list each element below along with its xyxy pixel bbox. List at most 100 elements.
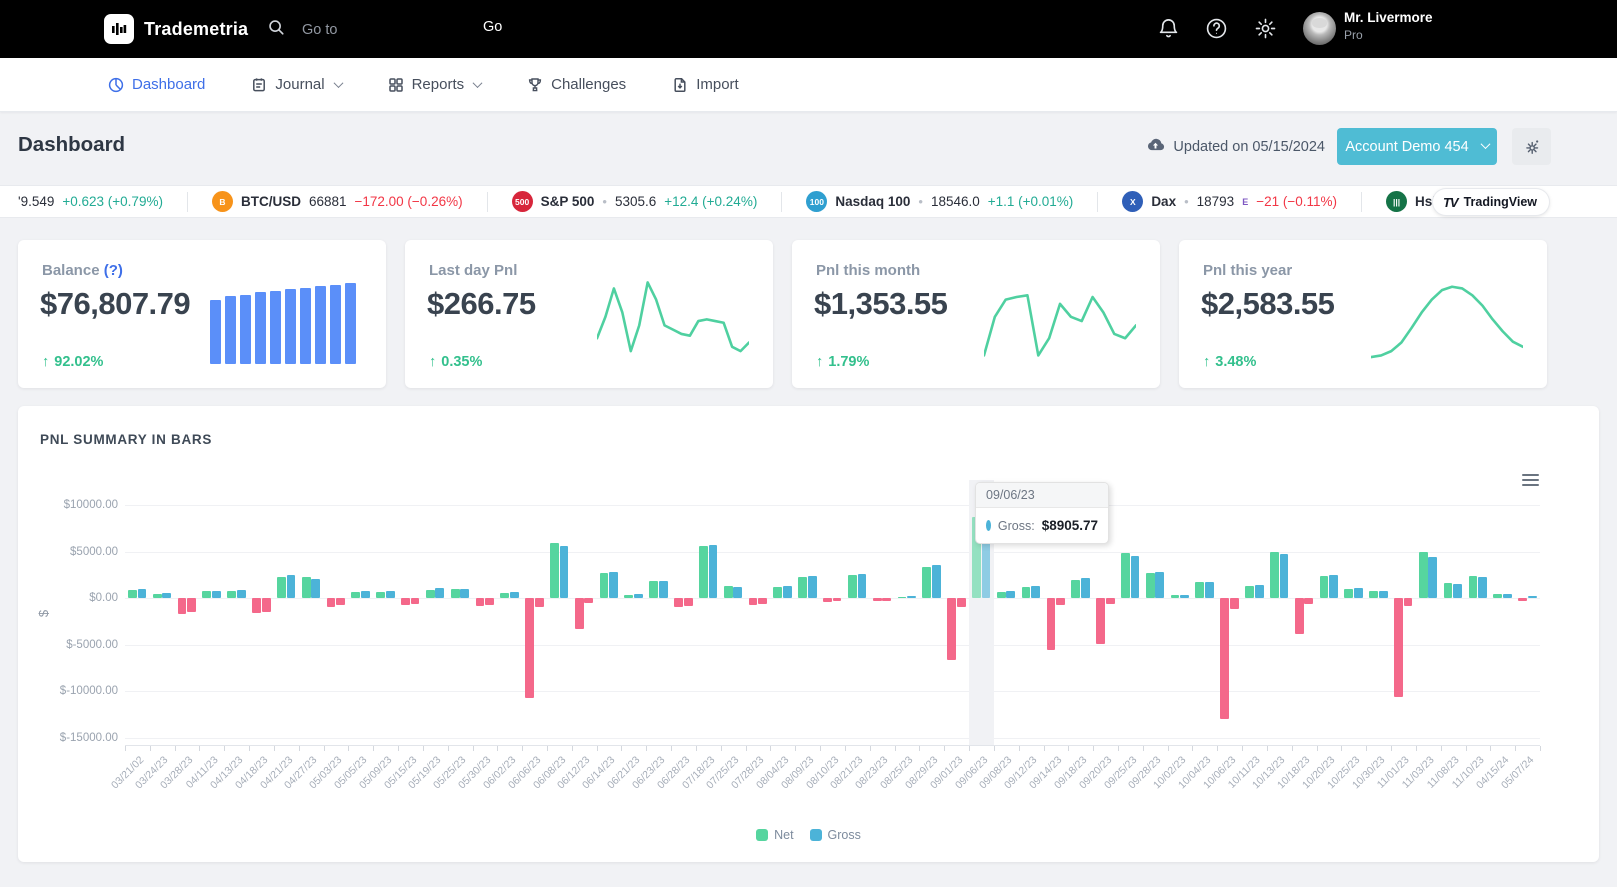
ticker-item-dax[interactable]: XDax•18793E−21 (−0.11%) (1098, 192, 1362, 212)
bar-group-05-30-23[interactable] (473, 480, 498, 745)
legend-item-net[interactable]: Net (756, 828, 793, 842)
ticker-value: 18546.0 (931, 194, 980, 209)
bar-group-10-02-23[interactable] (1168, 480, 1193, 745)
up-arrow-icon: ↑ (1203, 354, 1210, 370)
bar-group-07-25-23[interactable] (721, 480, 746, 745)
bar-group-05-25-23[interactable] (448, 480, 473, 745)
bar-group-10-11-23[interactable] (1242, 480, 1267, 745)
bar-group-08-23-23[interactable] (870, 480, 895, 745)
card-label-text: Balance (42, 262, 100, 279)
bar-group-06-28-23[interactable] (671, 480, 696, 745)
bar-group-06-02-23[interactable] (497, 480, 522, 745)
bar-group-06-21-23[interactable] (621, 480, 646, 745)
bar-group-10-20-23[interactable] (1317, 480, 1342, 745)
bar-group-08-09-23[interactable] (795, 480, 820, 745)
go-button[interactable]: Go (483, 19, 502, 35)
nav-item-challenges[interactable]: Challenges (527, 76, 626, 93)
legend-swatch-icon (756, 829, 768, 841)
bar-group-05-05-23[interactable] (348, 480, 373, 745)
bar-group-08-21-23[interactable] (845, 480, 870, 745)
bar-group-10-25-23[interactable] (1341, 480, 1366, 745)
bar-group-03-24-23[interactable] (150, 480, 175, 745)
bar-group-04-21-23[interactable] (274, 480, 299, 745)
bar-group-06-08-23[interactable] (547, 480, 572, 745)
brand[interactable]: Trademetria (104, 14, 248, 44)
bar-group-07-18-23[interactable] (696, 480, 721, 745)
nav-item-dashboard[interactable]: Dashboard (108, 76, 205, 93)
gear-icon[interactable] (1254, 17, 1278, 41)
bar-group-08-25-23[interactable] (895, 480, 920, 745)
bar-group-06-06-23[interactable] (522, 480, 547, 745)
pnl-bar (1155, 572, 1164, 599)
bar-group-10-13-23[interactable] (1267, 480, 1292, 745)
bar-group-08-04-23[interactable] (770, 480, 795, 745)
nav-item-journal[interactable]: Journal (251, 76, 341, 93)
user-block[interactable]: Mr. Livermore Pro (1344, 10, 1433, 42)
bar-group-10-18-23[interactable] (1292, 480, 1317, 745)
bar-group-04-27-23[interactable] (299, 480, 324, 745)
ticker-symbol: Nasdaq 100 (835, 194, 910, 209)
card-change: ↑1.79% (816, 354, 869, 370)
bar-group-11-10-23[interactable] (1466, 480, 1491, 745)
sparkline-bar (300, 288, 311, 364)
pnl-bar (138, 589, 147, 598)
bar-group-10-30-23[interactable] (1366, 480, 1391, 745)
bar-group-06-14-23[interactable] (597, 480, 622, 745)
pnl-bar (947, 598, 956, 660)
bar-group-07-28-23[interactable] (746, 480, 771, 745)
pnl-bar (550, 543, 559, 598)
ticker-item-s-p-500[interactable]: 500S&P 500•5305.6+12.4 (+0.24%) (488, 192, 783, 212)
x-axis-tick (870, 746, 871, 751)
tradingview-attribution[interactable]: TV TradingView (1433, 189, 1549, 215)
bar-group-05-15-23[interactable] (398, 480, 423, 745)
x-axis-tick (1267, 746, 1268, 751)
x-axis-tick (224, 746, 225, 751)
bar-group-04-18-23[interactable] (249, 480, 274, 745)
ticker-item-partial[interactable]: '9.549+0.623 (+0.79%) (18, 192, 188, 212)
ticker-symbol-badge-icon: B (212, 191, 233, 212)
sparkline-bar (345, 283, 356, 364)
bar-group-06-12-23[interactable] (572, 480, 597, 745)
gross-series-dot-icon (986, 520, 991, 531)
bar-group-05-07-24[interactable] (1515, 480, 1540, 745)
bar-group-08-10-23[interactable] (820, 480, 845, 745)
bar-group-11-03-23[interactable] (1416, 480, 1441, 745)
bar-group-11-08-23[interactable] (1441, 480, 1466, 745)
bar-group-09-28-23[interactable] (1143, 480, 1168, 745)
pnl-line-sparkline (984, 272, 1136, 364)
bar-group-10-06-23[interactable] (1217, 480, 1242, 745)
bar-group-04-15-24[interactable] (1490, 480, 1515, 745)
bar-group-05-03-23[interactable] (324, 480, 349, 745)
bar-group-10-04-23[interactable] (1192, 480, 1217, 745)
bar-group-06-23-23[interactable] (646, 480, 671, 745)
pnl-bar (1478, 577, 1487, 598)
bar-group-08-29-23[interactable] (919, 480, 944, 745)
bar-group-11-01-23[interactable] (1391, 480, 1416, 745)
card-label-text: Pnl this year (1203, 262, 1292, 279)
card-value: $2,583.55 (1201, 286, 1334, 322)
ticker-item-btc-usd[interactable]: BBTC/USD66881−172.00 (−0.26%) (188, 192, 488, 212)
bar-group-04-11-23[interactable] (199, 480, 224, 745)
bar-group-09-01-23[interactable] (944, 480, 969, 745)
bell-icon[interactable] (1157, 17, 1181, 41)
ticker-item-nasdaq-100[interactable]: 100Nasdaq 100•18546.0+1.1 (+0.01%) (782, 192, 1098, 212)
balance-help-link[interactable]: (?) (104, 262, 123, 279)
account-selector-button[interactable]: Account Demo 454 (1337, 128, 1497, 165)
nav-item-import[interactable]: Import (672, 76, 739, 93)
bar-group-03-28-23[interactable] (175, 480, 200, 745)
bar-group-05-09-23[interactable] (373, 480, 398, 745)
nav-item-reports[interactable]: Reports (388, 76, 482, 93)
x-axis-tick (696, 746, 697, 751)
x-axis-tick (1341, 746, 1342, 751)
bar-group-04-13-23[interactable] (224, 480, 249, 745)
dashboard-settings-button[interactable] (1512, 128, 1551, 165)
bar-group-09-25-23[interactable] (1118, 480, 1143, 745)
global-search-input[interactable]: Go to (267, 18, 337, 41)
legend-item-gross[interactable]: Gross (810, 828, 861, 842)
help-icon[interactable] (1205, 17, 1229, 41)
up-arrow-icon: ↑ (816, 354, 823, 370)
bar-group-05-19-23[interactable] (423, 480, 448, 745)
bar-group-03-21-02[interactable] (125, 480, 150, 745)
user-avatar[interactable] (1303, 12, 1336, 45)
x-axis-tick (820, 746, 821, 751)
